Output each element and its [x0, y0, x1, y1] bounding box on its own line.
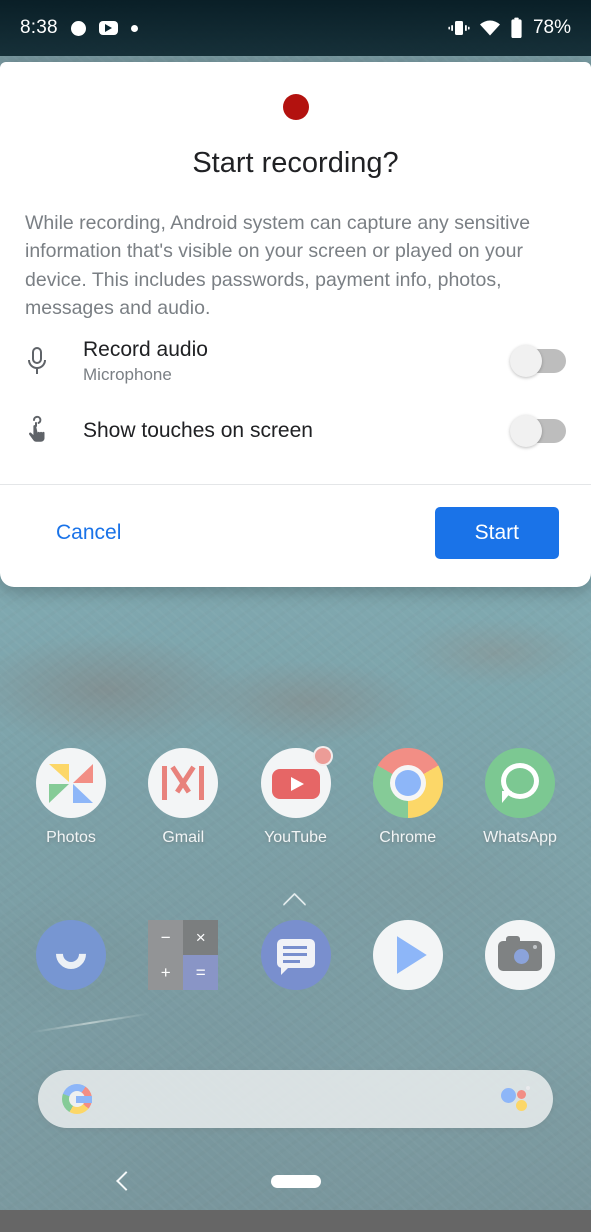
- dialog-title: Start recording?: [192, 147, 399, 179]
- dialog-actions: Cancel Start: [0, 485, 591, 587]
- notification-dot-icon: [130, 24, 138, 32]
- cancel-button[interactable]: Cancel: [32, 511, 145, 555]
- screen-record-dialog: Start recording? While recording, Androi…: [0, 62, 591, 588]
- wifi-icon: [479, 20, 500, 36]
- option-title: Record audio: [83, 337, 208, 361]
- status-bar-left: 8:38: [20, 17, 138, 39]
- battery-percent-label: 78%: [532, 17, 571, 38]
- record-audio-toggle[interactable]: [510, 345, 566, 378]
- notification-circle-icon: [70, 20, 86, 36]
- dialog-body-text: While recording, Android system can capt…: [25, 212, 531, 319]
- start-button[interactable]: Start: [434, 507, 559, 560]
- touch-icon: [25, 415, 69, 447]
- option-title: Show touches on screen: [83, 419, 313, 443]
- battery-icon: [511, 17, 522, 38]
- option-text: Show touches on screen: [69, 418, 512, 444]
- microphone-icon: [25, 345, 69, 377]
- phone-screen: Photos Gmail YouTube Chrome WhatsApp − ×…: [0, 0, 591, 1232]
- status-bar: 8:38 78%: [0, 0, 591, 56]
- option-text: Record audio Microphone: [69, 337, 512, 386]
- status-clock: 8:38: [20, 17, 58, 38]
- option-record-audio[interactable]: Record audio Microphone: [0, 330, 591, 392]
- option-show-touches[interactable]: Show touches on screen: [0, 400, 591, 462]
- status-bar-right: 78%: [448, 17, 571, 39]
- vibrate-icon: [448, 21, 470, 35]
- youtube-notification-icon: [98, 21, 118, 35]
- option-subtitle: Microphone: [83, 365, 172, 385]
- show-touches-toggle[interactable]: [510, 415, 566, 448]
- record-dot-icon: [282, 94, 309, 120]
- record-icon-wrap: [0, 62, 591, 120]
